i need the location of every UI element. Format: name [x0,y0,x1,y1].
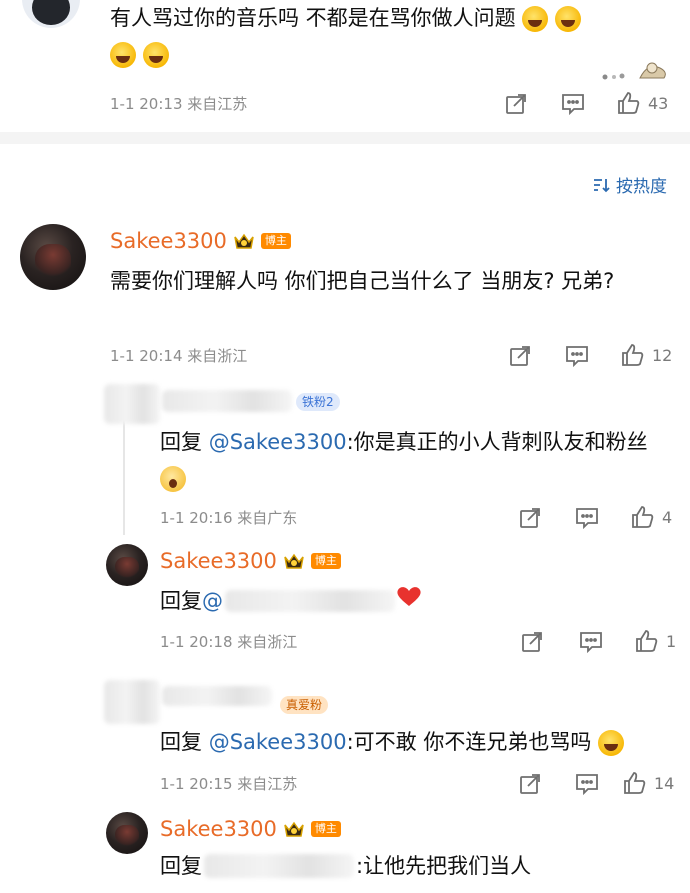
redacted-avatar [104,384,160,424]
like-button[interactable]: 4 [630,504,672,530]
share-icon[interactable] [520,630,544,658]
share-icon[interactable] [518,772,542,800]
reply-header: Sakee3300 博主 [160,548,341,574]
reply-content: :可不敢 你不连兄弟也骂吗 [346,730,592,754]
like-count: 4 [662,507,673,527]
sort-button[interactable]: 按热度 [592,172,667,197]
like-button[interactable]: 43 [616,90,668,116]
laughing-emoji-icon [110,42,136,68]
crown-icon [283,820,305,838]
reply-text: 回复 @Sakee3300:你是真正的小人背刺队友和粉丝 [160,424,670,496]
redacted-username [162,686,272,706]
comment-icon[interactable] [560,92,586,120]
reply-meta: 1-1 20:15 来自江苏 [160,775,298,793]
redacted-username [162,390,292,412]
like-button[interactable]: 12 [620,342,672,368]
reply-text: 回复 @ [160,583,670,619]
decoration-sticker [600,56,670,82]
main-comment-header: Sakee3300 博主 [110,228,291,254]
redacted-mention [225,590,395,612]
reply-avatar[interactable] [106,812,148,854]
mention-link[interactable]: @Sakee3300 [209,730,347,754]
redacted-avatar [104,680,160,724]
reply-prefix: 回复 [160,430,209,454]
reply-header: Sakee3300 博主 [160,816,341,842]
reply-avatar[interactable] [106,544,148,586]
share-icon[interactable] [508,344,532,372]
main-comment-avatar[interactable] [20,224,86,290]
comment-icon[interactable] [564,344,590,372]
reply-content: :让他先把我们当人 [356,854,532,878]
like-button[interactable]: 1 [634,628,676,654]
crown-icon [233,232,255,250]
top-comment-meta: 1-1 20:13 来自江苏 [110,95,248,113]
fan-badge-label: 真爱粉 [280,696,329,714]
mention-link[interactable]: @ [202,583,223,619]
share-icon[interactable] [504,92,528,120]
like-count: 14 [654,773,675,793]
reply-content: :你是真正的小人背刺队友和粉丝 [346,430,648,454]
main-comment-text: 需要你们理解人吗 你们把自己当什么了 当朋友? 兄弟? [110,269,615,293]
fan-badge-label: 铁粉2 [296,393,340,411]
laughing-emoji-icon [598,730,625,756]
top-comment-avatar[interactable] [22,0,80,28]
comment-icon[interactable] [578,630,604,658]
fan-badge: 真爱粉 [280,694,329,714]
like-icon [624,772,646,794]
laughing-emoji-icon [555,6,582,32]
reply-text: 回复 @Sakee3300:可不敢 你不连兄弟也骂吗 [160,724,670,760]
like-button[interactable]: 14 [622,770,674,796]
like-count: 12 [652,345,673,365]
share-icon[interactable] [518,506,542,534]
scream-emoji-icon [160,466,186,492]
author-badge: 博主 [310,553,341,569]
reply-text: 回复 :让他先把我们当人 [160,848,670,884]
author-badge: 博主 [310,821,341,837]
top-comment-text-content: 有人骂过你的音乐吗 不都是在骂你做人问题 [110,6,516,30]
redacted-mention [204,854,354,878]
fan-badge: 铁粉2 [296,391,340,411]
sort-icon [594,178,610,192]
reply-prefix: 回复 [160,730,209,754]
reply-meta: 1-1 20:16 来自广东 [160,509,298,527]
top-comment-text: 有人骂过你的音乐吗 不都是在骂你做人问题 [110,0,670,72]
author-badge: 博主 [260,233,291,249]
crown-icon [283,552,305,570]
comment-icon[interactable] [574,506,600,534]
like-count: 43 [648,93,669,113]
like-icon [618,92,640,114]
reply-meta: 1-1 20:18 来自浙江 [160,633,298,651]
main-comment-meta: 1-1 20:14 来自浙江 [110,347,248,365]
username-link[interactable]: Sakee3300 [160,548,277,574]
sort-label: 按热度 [616,177,667,197]
laughing-emoji-icon [522,6,549,32]
like-icon [622,344,644,366]
like-count: 1 [666,631,677,651]
username-link[interactable]: Sakee3300 [110,228,227,254]
like-icon [636,630,658,652]
username-link[interactable]: Sakee3300 [160,816,277,842]
section-divider [0,132,690,144]
laughing-emoji-icon [142,42,169,68]
mention-link[interactable]: @Sakee3300 [209,430,347,454]
reply-prefix: 回复 [160,854,202,878]
heart-icon [395,583,423,619]
like-icon [632,506,654,528]
comment-icon[interactable] [574,772,600,800]
reply-prefix: 回复 [160,589,202,613]
